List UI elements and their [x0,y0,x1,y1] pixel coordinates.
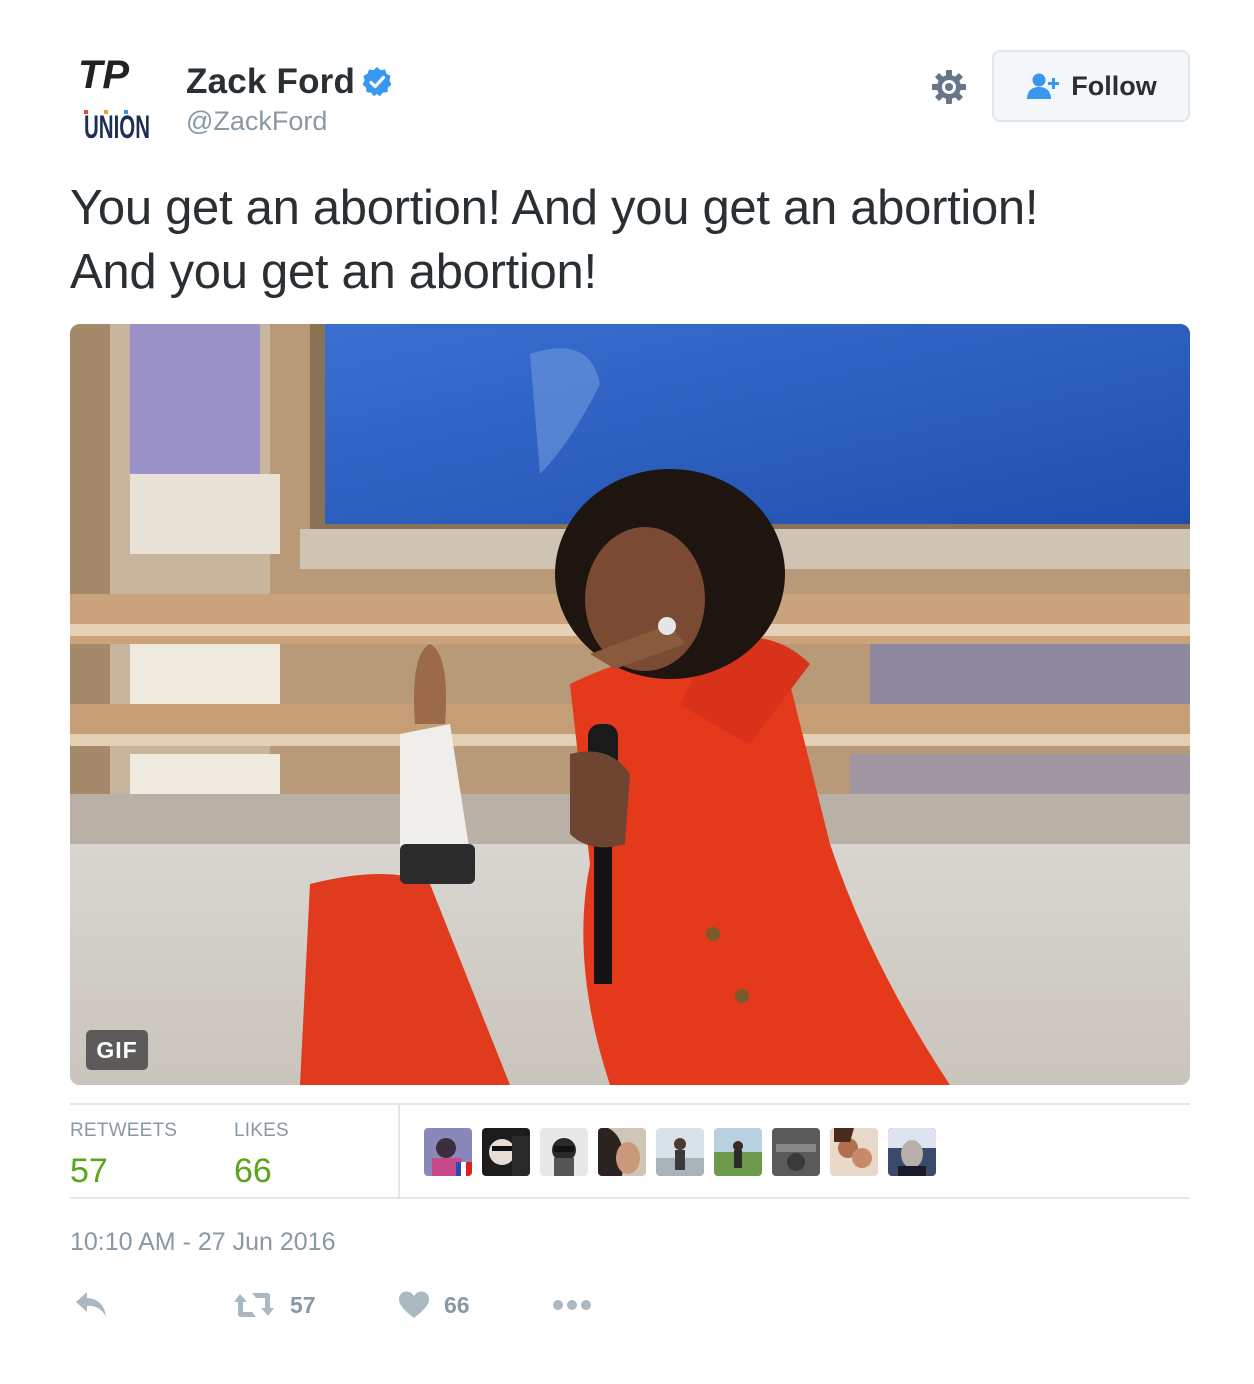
svg-text:UNION: UNION [84,109,150,145]
liker-avatars [424,1128,936,1176]
gif-badge: GIF [86,1030,148,1070]
author-avatar[interactable]: TP UNION [70,50,158,146]
liker-avatar[interactable] [714,1128,762,1176]
more-dots-icon [553,1300,591,1310]
tweet-timestamp[interactable]: 10:10 AM - 27 Jun 2016 [70,1228,335,1257]
liker-avatar[interactable] [656,1128,704,1176]
likes-label: LIKES [234,1120,289,1141]
like-count: 66 [444,1291,470,1318]
heart-icon [399,1291,429,1318]
follow-button[interactable]: Follow [992,50,1190,122]
retweet-count: 57 [290,1291,316,1318]
retweets-stat[interactable]: RETWEETS 57 [70,1120,177,1191]
svg-text:TP: TP [78,53,129,97]
gear-icon[interactable] [930,68,968,106]
liker-avatar[interactable] [830,1128,878,1176]
stats-vertical-divider [398,1105,400,1199]
retweet-button[interactable]: 57 [232,1290,316,1320]
retweets-label: RETWEETS [70,1120,178,1141]
reply-button[interactable] [74,1290,108,1320]
follow-person-icon [1027,73,1060,99]
verified-badge-icon [362,67,392,97]
like-button[interactable]: 66 [398,1290,470,1320]
liker-avatar[interactable] [772,1128,820,1176]
gif-frame-image [70,324,1190,1085]
author-display-name[interactable]: Zack Ford [186,62,355,102]
tweet-text-line-2: And you get an abortion! [70,245,597,299]
stats-top-divider [70,1103,1190,1105]
retweet-icon [234,1293,274,1317]
liker-avatar[interactable] [598,1128,646,1176]
liker-avatar[interactable] [424,1128,472,1176]
author-handle[interactable]: @ZackFord [186,106,327,137]
follow-label: Follow [1071,70,1157,101]
reply-icon [76,1292,106,1317]
stats-bottom-divider [70,1197,1190,1199]
tweet-media-gif[interactable]: GIF [70,324,1190,1085]
tweet-text-line-1: You get an abortion! And you get an abor… [70,181,1039,235]
liker-avatar[interactable] [540,1128,588,1176]
liker-avatar[interactable] [888,1128,936,1176]
more-options-button[interactable] [552,1298,592,1312]
likes-stat[interactable]: LIKES 66 [234,1120,289,1191]
likes-count[interactable]: 66 [234,1152,289,1191]
author-name-row[interactable]: Zack Ford [186,62,393,102]
tweet: TP UNION Zack Ford @ZackFord Follow You … [0,0,1254,1384]
liker-avatar[interactable] [482,1128,530,1176]
retweets-count[interactable]: 57 [70,1152,177,1191]
tweet-text: You get an abortion! And you get an abor… [70,176,1190,304]
